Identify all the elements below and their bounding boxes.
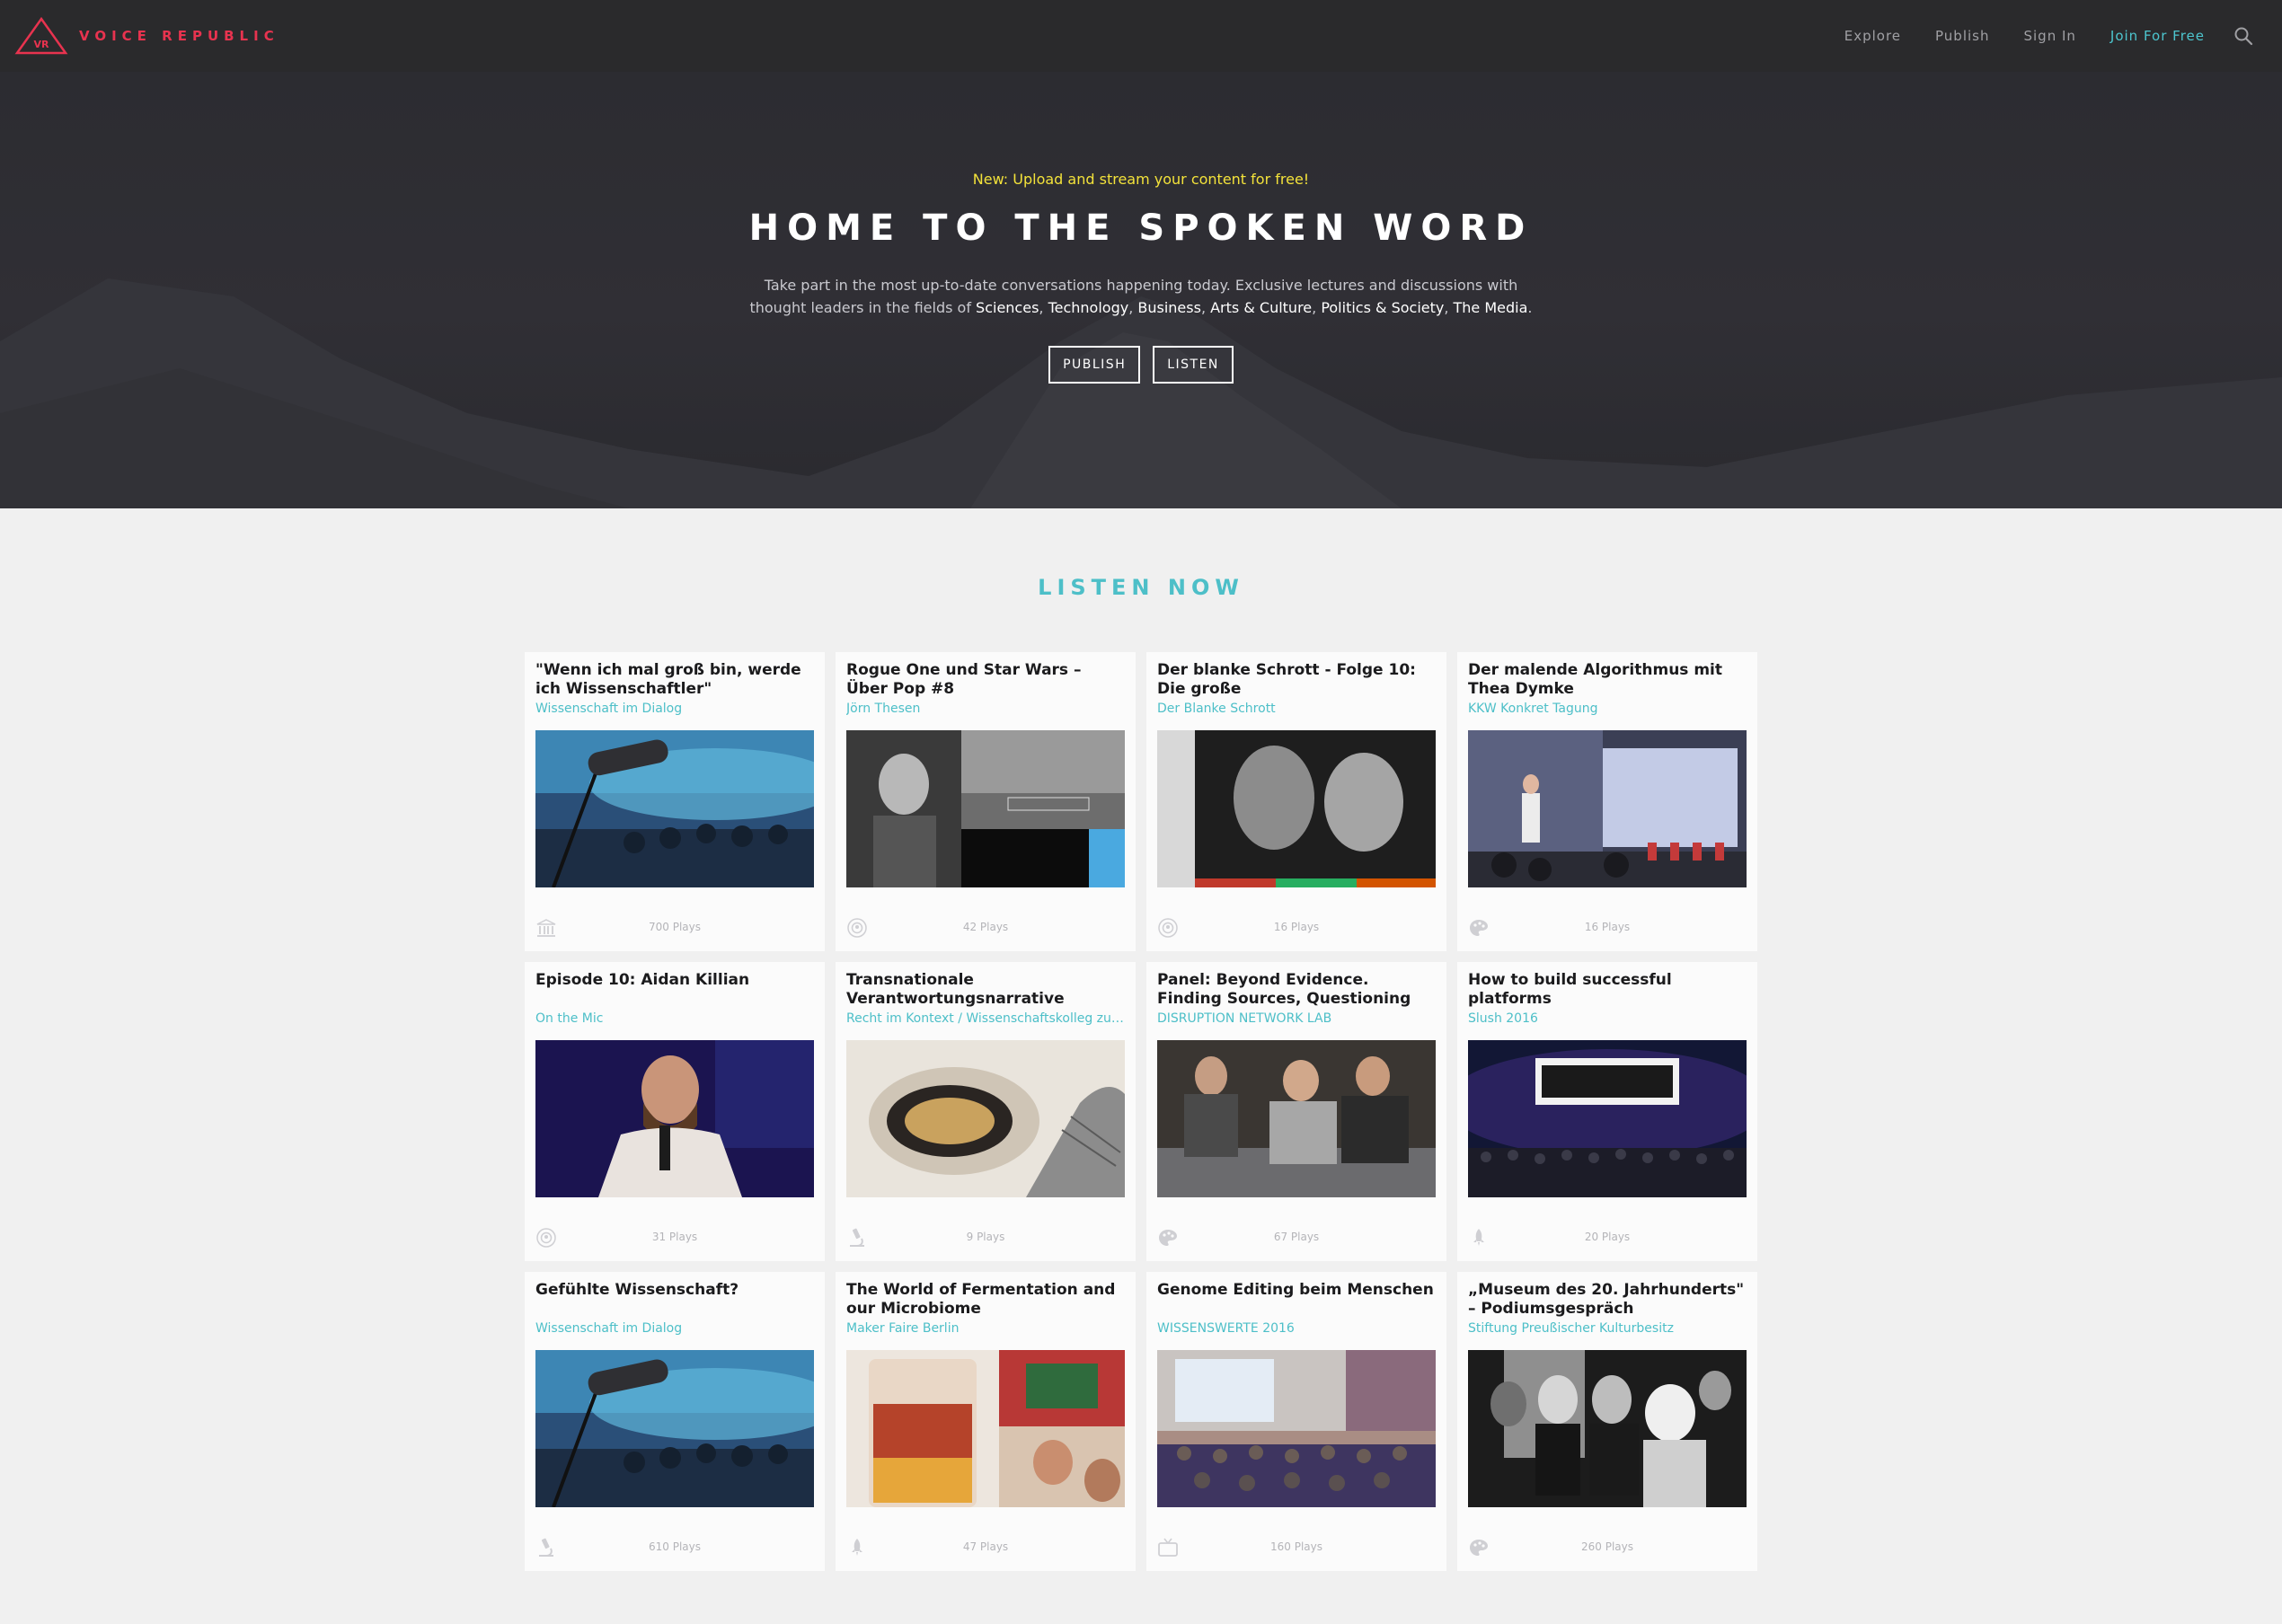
hero-category-arts-culture: Arts & Culture — [1210, 299, 1313, 316]
nav-explore-link[interactable]: Explore — [1844, 28, 1901, 44]
talk-card[interactable]: The World of Fermentation and our Microb… — [836, 1272, 1136, 1571]
talk-card[interactable]: Transnationale Verantwortungsnar­rative … — [836, 962, 1136, 1261]
talk-title[interactable]: „Museum des 20. Jahrhunderts" – Podiumsg… — [1468, 1281, 1747, 1319]
hero-category-sciences: Sciences — [976, 299, 1039, 316]
hero-title: HOME TO THE SPOKEN WORD — [748, 207, 1534, 249]
talk-series[interactable]: WISSENSWERTE 2016 — [1157, 1321, 1436, 1337]
hero-category-politics-society: Politics & Society — [1321, 299, 1445, 316]
talk-thumbnail-image[interactable] — [1468, 730, 1747, 887]
play-count: 31 Plays — [651, 1231, 698, 1243]
talk-thumbnail-image[interactable] — [535, 730, 814, 887]
publish-button[interactable]: PUBLISH — [1048, 346, 1141, 384]
talk-footer: 67 Plays — [1157, 1227, 1436, 1249]
svg-text:VR: VR — [34, 39, 50, 50]
talk-title[interactable]: Panel: Beyond Evidence. Finding Sources,… — [1157, 971, 1436, 1009]
listen-button[interactable]: LISTEN — [1153, 346, 1234, 384]
talk-footer: 31 Plays — [535, 1227, 814, 1249]
talk-title[interactable]: Gefühlte Wissenschaft? — [535, 1281, 814, 1319]
search-icon[interactable] — [2233, 26, 2253, 46]
hero-category-technology: Technology — [1048, 299, 1129, 316]
hero-description: Take part in the most up-to-date convers… — [749, 277, 1533, 316]
play-count: 160 Plays — [1270, 1540, 1322, 1553]
talk-thumbnail-image[interactable] — [846, 730, 1125, 887]
talk-footer: 260 Plays — [1468, 1537, 1747, 1558]
talk-footer: 16 Plays — [1468, 917, 1747, 939]
play-count: 67 Plays — [1273, 1231, 1320, 1243]
play-count: 700 Plays — [649, 921, 701, 933]
talk-card[interactable]: Gefühlte Wissenschaft? Wissenschaft im D… — [525, 1272, 825, 1571]
talk-title[interactable]: Episode 10: Aidan Killian — [535, 971, 814, 1009]
talk-card[interactable]: Rogue One und Star Wars – Über Pop #8 Jö… — [836, 652, 1136, 951]
talk-thumbnail-image[interactable] — [1157, 730, 1436, 887]
talk-series[interactable]: KKW Konkret Tagung — [1468, 702, 1747, 718]
talk-series[interactable]: Jörn Thesen — [846, 702, 1125, 718]
listen-now-heading: LISTEN NOW — [1038, 575, 1244, 600]
hero-category-media: The Media — [1453, 299, 1528, 316]
play-count: 9 Plays — [966, 1231, 1005, 1243]
nav-sign-in-link[interactable]: Sign In — [2023, 28, 2075, 44]
talk-title[interactable]: Transnationale Verantwortungsnar­rative — [846, 971, 1125, 1009]
talk-title[interactable]: Genome Editing beim Menschen — [1157, 1281, 1436, 1319]
talk-series[interactable]: Wissenschaft im Dialog — [535, 702, 814, 718]
talk-series[interactable]: Maker Faire Berlin — [846, 1321, 1125, 1337]
talk-series[interactable]: DISRUPTION NETWORK LAB — [1157, 1011, 1436, 1028]
talk-footer: 42 Plays — [846, 917, 1125, 939]
talk-series[interactable]: Wissenschaft im Dialog — [535, 1321, 814, 1337]
talk-card[interactable]: Genome Editing beim Menschen WISSENSWERT… — [1146, 1272, 1446, 1571]
talk-thumbnail-image[interactable] — [1157, 1350, 1436, 1507]
talk-series[interactable]: Slush 2016 — [1468, 1011, 1747, 1028]
play-count: 260 Plays — [1581, 1540, 1633, 1553]
talk-footer: 160 Plays — [1157, 1537, 1436, 1558]
talk-series[interactable]: Recht im Kontext / Wissenschaftskolleg z… — [846, 1011, 1125, 1028]
talk-footer: 47 Plays — [846, 1537, 1125, 1558]
talk-card[interactable]: „Museum des 20. Jahrhunderts" – Podiumsg… — [1457, 1272, 1757, 1571]
talk-thumbnail-image[interactable] — [846, 1350, 1125, 1507]
talk-title[interactable]: How to build successful platforms — [1468, 971, 1747, 1009]
talk-footer: 700 Plays — [535, 917, 814, 939]
talk-footer: 9 Plays — [846, 1227, 1125, 1249]
top-navigation-bar: VR VOICE REPUBLIC Explore Publish Sign I… — [0, 0, 2282, 72]
play-count: 47 Plays — [962, 1540, 1009, 1553]
brand-name: VOICE REPUBLIC — [79, 28, 279, 44]
play-count: 16 Plays — [1273, 921, 1320, 933]
talk-card[interactable]: Der malende Algorithmus mit Thea Dymke K… — [1457, 652, 1757, 951]
play-count: 610 Plays — [649, 1540, 701, 1553]
talk-footer: 610 Plays — [535, 1537, 814, 1558]
talk-series[interactable]: On the Mic — [535, 1011, 814, 1028]
talk-series[interactable]: Stiftung Preußischer Kulturbesitz — [1468, 1321, 1747, 1337]
nav-join-link[interactable]: Join For Free — [2110, 28, 2205, 44]
play-count: 42 Plays — [962, 921, 1009, 933]
talk-title[interactable]: Der malende Algorithmus mit Thea Dymke — [1468, 661, 1747, 699]
hero-category-business: Business — [1137, 299, 1201, 316]
voice-republic-logo-icon: VR — [14, 16, 68, 55]
hero-buttons: PUBLISH LISTEN — [0, 346, 2282, 384]
play-count: 16 Plays — [1584, 921, 1631, 933]
talk-thumbnail-image[interactable] — [1468, 1040, 1747, 1197]
talk-card[interactable]: How to build successful platforms Slush … — [1457, 962, 1757, 1261]
talk-card[interactable]: "Wenn ich mal groß bin, werde ich Wissen… — [525, 652, 825, 951]
talk-thumbnail-image[interactable] — [846, 1040, 1125, 1197]
hero-content: New: Upload and stream your content for … — [0, 72, 2282, 384]
hero-banner: New: Upload and stream your content for … — [0, 72, 2282, 508]
nav-publish-link[interactable]: Publish — [1935, 28, 1989, 44]
hero-kicker: New: Upload and stream your content for … — [972, 171, 1310, 188]
talk-footer: 20 Plays — [1468, 1227, 1747, 1249]
talk-footer: 16 Plays — [1157, 917, 1436, 939]
talk-thumbnail-image[interactable] — [1157, 1040, 1436, 1197]
talk-card[interactable]: Panel: Beyond Evidence. Finding Sources,… — [1146, 962, 1446, 1261]
talk-title[interactable]: "Wenn ich mal groß bin, werde ich Wissen… — [535, 661, 814, 699]
play-count: 20 Plays — [1584, 1231, 1631, 1243]
talk-title[interactable]: The World of Fermentation and our Microb… — [846, 1281, 1125, 1319]
talk-thumbnail-image[interactable] — [535, 1040, 814, 1197]
talk-title[interactable]: Der blanke Schrott - Folge 10: Die große… — [1157, 661, 1436, 699]
talk-series[interactable]: Der Blanke Schrott — [1157, 702, 1436, 718]
talk-title[interactable]: Rogue One und Star Wars – Über Pop #8 — [846, 661, 1125, 699]
brand-home-link[interactable]: VR VOICE REPUBLIC — [14, 16, 279, 56]
main-nav: Explore Publish Sign In Join For Free — [1810, 26, 2253, 46]
talk-thumbnail-image[interactable] — [535, 1350, 814, 1507]
talk-card-grid: "Wenn ich mal groß bin, werde ich Wissen… — [525, 652, 1757, 1571]
talk-card[interactable]: Episode 10: Aidan Killian On the Mic 31 … — [525, 962, 825, 1261]
talk-card[interactable]: Der blanke Schrott - Folge 10: Die große… — [1146, 652, 1446, 951]
talk-thumbnail-image[interactable] — [1468, 1350, 1747, 1507]
